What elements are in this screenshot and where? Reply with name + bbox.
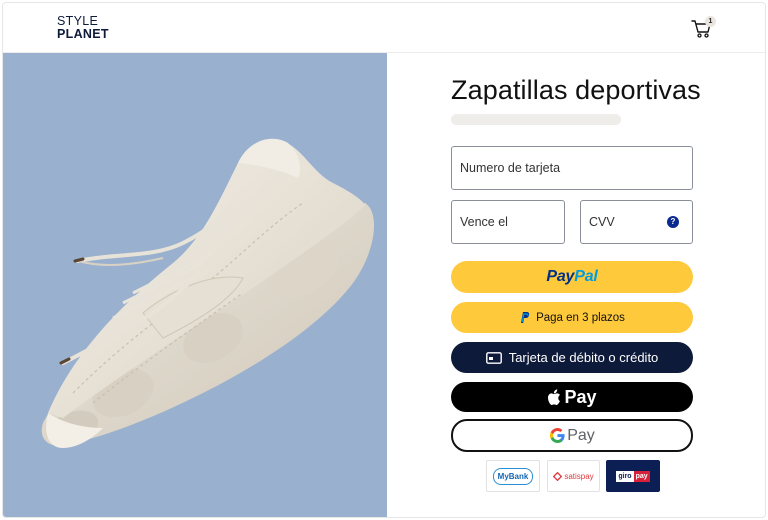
checkout-page: STYLE PLANET 1 Zapatillas deportivas Num… [2,2,766,518]
paypal-logo-part1: Pay [546,268,575,285]
google-pay-button[interactable]: Pay [451,419,693,452]
white-sneaker-image [41,138,375,448]
satispay-icon [553,471,563,481]
cart-count-badge: 1 [705,16,716,27]
card-number-field[interactable]: Numero de tarjeta [451,146,693,190]
card-button-label: Tarjeta de débito o crédito [508,350,659,365]
cvv-placeholder: CVV [589,215,615,229]
paypal-icon [521,312,530,323]
paypal-pay-later-button[interactable]: Paga en 3 plazos [451,302,693,333]
google-pay-label: Pay [567,426,595,444]
product-title: Zapatillas deportivas [451,75,701,105]
mybank-logo: MyBank [492,467,534,485]
apple-pay-button[interactable]: Pay [451,382,693,412]
expiry-field[interactable]: Vence el [451,200,565,244]
credit-card-icon [485,351,502,364]
product-image-panel [3,53,387,517]
price-placeholder [451,114,621,125]
apple-icon [548,388,561,405]
store-logo[interactable]: STYLE PLANET [57,15,109,41]
satispay-option[interactable]: satispay [547,460,600,492]
header: STYLE PLANET 1 [3,3,765,53]
satispay-label: satispay [564,471,594,481]
satispay-logo: satispay [553,471,594,481]
giropay-logo-part2: pay [633,470,650,482]
google-icon [550,427,565,444]
paypal-button[interactable]: Pay Pal [451,261,693,293]
logo-line-2: PLANET [57,27,109,41]
card-payment-button[interactable]: Tarjeta de débito o crédito [451,342,693,373]
expiry-placeholder: Vence el [460,215,508,229]
giropay-logo: giro pay [616,470,650,482]
apple-pay-label: Pay [564,386,597,407]
cvv-field[interactable]: CVV ? [580,200,693,244]
paypal-logo-part2: Pal [574,268,598,285]
mybank-option[interactable]: MyBank [486,460,540,492]
paylater-label: Paga en 3 plazos [536,311,625,324]
giropay-logo-part1: giro [616,470,634,482]
help-icon[interactable]: ? [667,216,679,228]
card-number-placeholder: Numero de tarjeta [460,161,561,175]
giropay-option[interactable]: giro pay [606,460,660,492]
